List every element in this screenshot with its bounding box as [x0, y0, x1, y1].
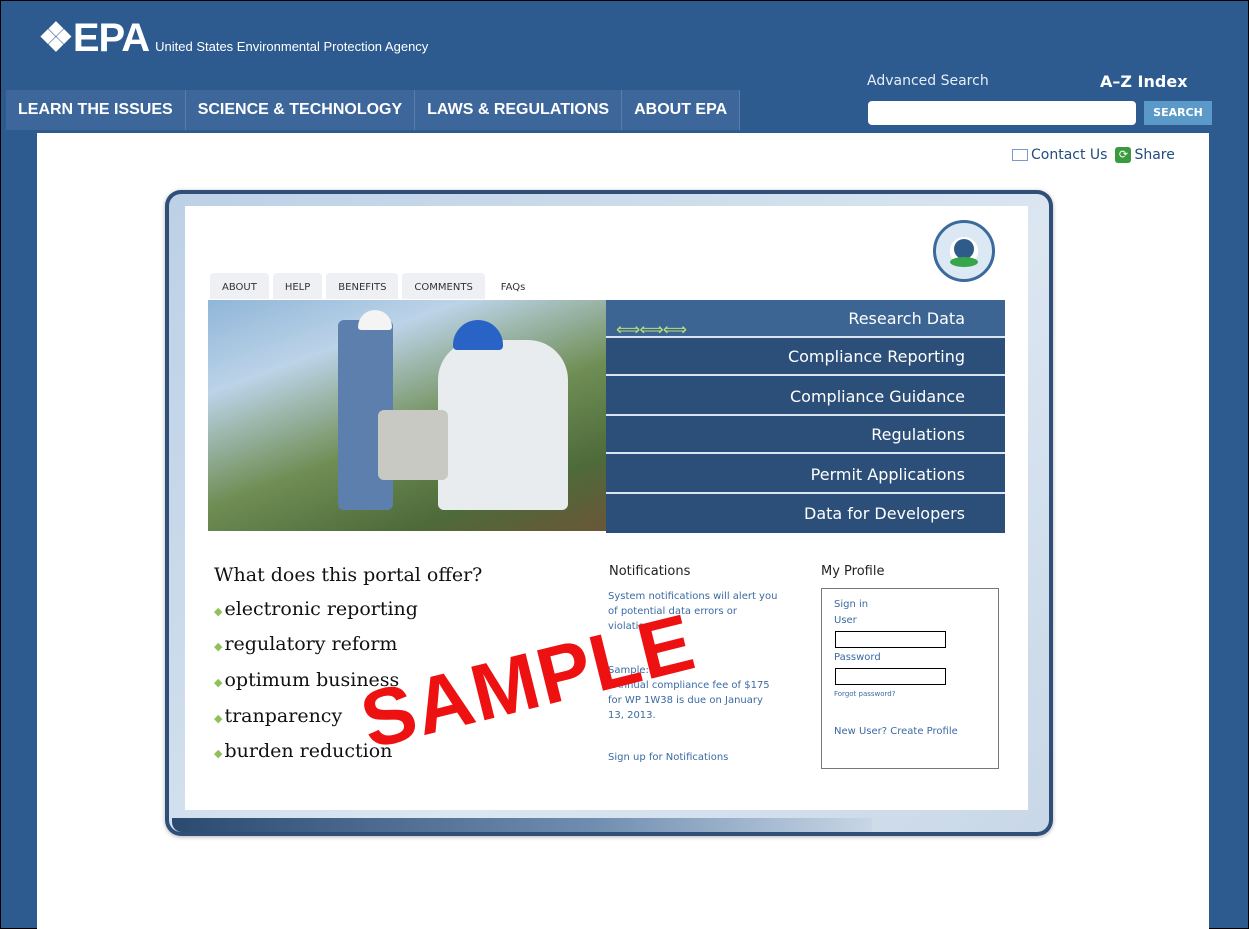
menu-regulations[interactable]: Regulations — [606, 416, 1005, 454]
tab-help[interactable]: HELP — [272, 273, 323, 299]
epa-logo-mark: ❖EPA — [38, 16, 150, 60]
hard-hat — [453, 320, 503, 350]
share-link[interactable]: ⟳ Share — [1115, 147, 1175, 163]
menu-label: Research Data — [848, 309, 965, 328]
az-index-link[interactable]: A–Z Index — [1100, 72, 1188, 91]
menu-data-for-developers[interactable]: Data for Developers — [606, 495, 1005, 533]
password-field[interactable] — [835, 668, 946, 685]
tab-comments[interactable]: COMMENTS — [402, 273, 485, 299]
diamond-icon: ◆ — [214, 605, 223, 618]
offer-label: burden reduction — [224, 740, 393, 762]
offer-item: ◆ tranparency — [214, 705, 342, 727]
frame-bottom-bar — [172, 818, 872, 832]
offer-label: electronic reporting — [224, 598, 418, 620]
signup-link[interactable]: Sign up for Notifications — [608, 750, 778, 765]
worker-figure — [438, 340, 568, 510]
offer-item: ◆ electronic reporting — [214, 598, 418, 620]
forgot-password-link[interactable]: Forgot password? — [834, 690, 895, 698]
menu-compliance-reporting[interactable]: Compliance Reporting — [606, 338, 1005, 376]
seal-leaf — [950, 257, 978, 267]
contact-us-link[interactable]: Contact Us — [1031, 147, 1107, 163]
offer-item: ◆ burden reduction — [214, 740, 392, 762]
agency-name: United States Environmental Protection A… — [155, 39, 429, 54]
share-label: Share — [1134, 147, 1175, 163]
password-label: Password — [834, 652, 881, 663]
offer-label: regulatory reform — [224, 633, 398, 655]
share-icon: ⟳ — [1115, 147, 1132, 163]
portal-tabs: ABOUT HELP BENEFITS COMMENTS FAQs — [210, 273, 541, 299]
tab-benefits[interactable]: BENEFITS — [326, 273, 399, 299]
menu-compliance-guidance[interactable]: Compliance Guidance — [606, 378, 1005, 416]
nav-laws-regulations[interactable]: LAWS & REGULATIONS — [415, 90, 623, 130]
equipment — [378, 410, 448, 480]
user-field[interactable] — [835, 631, 946, 648]
envelope-icon — [1012, 149, 1028, 161]
menu-research-data[interactable]: ⟺⟺⟺ Research Data — [606, 300, 1005, 340]
tab-faqs[interactable]: FAQs — [489, 273, 538, 299]
main-nav: LEARN THE ISSUES SCIENCE & TECHNOLOGY LA… — [6, 90, 741, 130]
offer-title: What does this portal offer? — [214, 564, 483, 586]
hard-hat — [358, 310, 392, 330]
menu-permit-applications[interactable]: Permit Applications — [606, 456, 1005, 494]
tab-about[interactable]: ABOUT — [210, 273, 269, 299]
epa-logo[interactable]: ❖EPA United States Environmental Protect… — [38, 18, 428, 58]
portal-menu: ⟺⟺⟺ Research Data Compliance Reporting C… — [606, 300, 1005, 533]
offer-item: ◆ regulatory reform — [214, 633, 397, 655]
search-button[interactable]: SEARCH — [1144, 101, 1212, 125]
diamond-icon: ◆ — [214, 640, 223, 653]
sign-in-label: Sign in — [834, 599, 869, 610]
offer-label: tranparency — [224, 705, 343, 727]
advanced-search-link[interactable]: Advanced Search — [867, 73, 989, 89]
create-profile-link[interactable]: New User? Create Profile — [834, 726, 958, 737]
diamond-icon: ◆ — [214, 747, 223, 760]
notifications-title: Notifications — [609, 564, 691, 579]
utility-links: Contact Us ⟳ Share — [1012, 147, 1175, 163]
nav-about-epa[interactable]: ABOUT EPA — [622, 90, 741, 130]
profile-title: My Profile — [821, 564, 885, 579]
nav-learn-the-issues[interactable]: LEARN THE ISSUES — [6, 90, 186, 130]
search-input[interactable] — [868, 101, 1136, 125]
diamond-icon: ◆ — [214, 676, 223, 689]
hero-photo — [208, 300, 606, 531]
user-label: User — [834, 615, 857, 626]
diamond-icon: ◆ — [214, 712, 223, 725]
epa-seal-icon — [933, 220, 995, 282]
nav-science-technology[interactable]: SCIENCE & TECHNOLOGY — [186, 90, 416, 130]
seal-center — [954, 239, 974, 259]
